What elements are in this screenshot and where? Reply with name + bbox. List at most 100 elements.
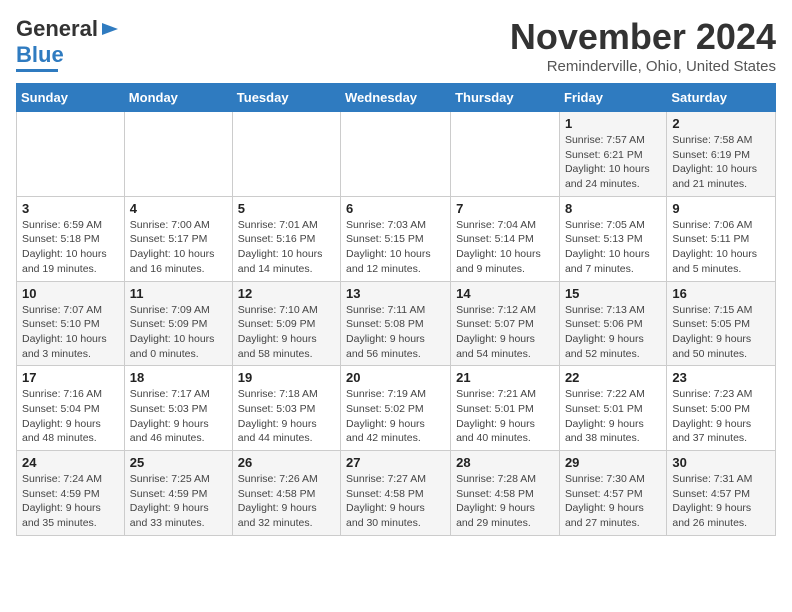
calendar-cell: 3 Sunrise: 6:59 AMSunset: 5:18 PMDaylight… [17, 196, 125, 281]
day-info: Sunrise: 7:23 AMSunset: 5:00 PMDaylight:… [672, 387, 770, 446]
calendar-cell: 7 Sunrise: 7:04 AMSunset: 5:14 PMDaylight… [451, 196, 560, 281]
calendar-cell: 2 Sunrise: 7:58 AMSunset: 6:19 PMDaylight… [667, 112, 776, 197]
title-block: November 2024 Reminderville, Ohio, Unite… [510, 16, 776, 75]
day-number: 1 [565, 116, 661, 131]
day-number: 9 [672, 201, 770, 216]
calendar-cell: 11Sunrise: 7:09 AMSunset: 5:09 PMDayligh… [124, 281, 232, 366]
weekday-header-row: SundayMondayTuesdayWednesdayThursdayFrid… [17, 84, 776, 112]
weekday-header-monday: Monday [124, 84, 232, 112]
calendar-table: SundayMondayTuesdayWednesdayThursdayFrid… [16, 83, 776, 536]
day-info: Sunrise: 7:24 AMSunset: 4:59 PMDaylight:… [22, 472, 119, 531]
day-number: 25 [130, 455, 227, 470]
logo-blue: Blue [16, 42, 64, 68]
day-number: 22 [565, 370, 661, 385]
logo: General Blue [16, 16, 120, 72]
weekday-header-wednesday: Wednesday [341, 84, 451, 112]
day-number: 13 [346, 286, 445, 301]
day-info: Sunrise: 7:57 AMSunset: 6:21 PMDaylight:… [565, 133, 661, 192]
calendar-cell: 29 Sunrise: 7:30 AMSunset: 4:57 PMDayligh… [559, 451, 666, 536]
weekday-header-saturday: Saturday [667, 84, 776, 112]
day-number: 2 [672, 116, 770, 131]
month-title: November 2024 [510, 16, 776, 58]
day-info: Sunrise: 7:25 AMSunset: 4:59 PMDaylight:… [130, 472, 227, 531]
weekday-header-thursday: Thursday [451, 84, 560, 112]
calendar-cell: 4 Sunrise: 7:00 AMSunset: 5:17 PMDaylight… [124, 196, 232, 281]
day-info: Sunrise: 7:22 AMSunset: 5:01 PMDaylight:… [565, 387, 661, 446]
day-info: Sunrise: 7:15 AMSunset: 5:05 PMDaylight:… [672, 303, 770, 362]
calendar-cell [17, 112, 125, 197]
day-info: Sunrise: 7:04 AMSunset: 5:14 PMDaylight:… [456, 218, 554, 277]
calendar-week-row: 17 Sunrise: 7:16 AMSunset: 5:04 PMDayligh… [17, 366, 776, 451]
day-info: Sunrise: 7:30 AMSunset: 4:57 PMDaylight:… [565, 472, 661, 531]
day-number: 14 [456, 286, 554, 301]
day-info: Sunrise: 7:07 AMSunset: 5:10 PMDaylight:… [22, 303, 119, 362]
calendar-cell: 18Sunrise: 7:17 AMSunset: 5:03 PMDayligh… [124, 366, 232, 451]
calendar-cell: 28Sunrise: 7:28 AMSunset: 4:58 PMDayligh… [451, 451, 560, 536]
day-number: 15 [565, 286, 661, 301]
calendar-cell [341, 112, 451, 197]
calendar-cell: 30Sunrise: 7:31 AMSunset: 4:57 PMDayligh… [667, 451, 776, 536]
day-info: Sunrise: 7:58 AMSunset: 6:19 PMDaylight:… [672, 133, 770, 192]
day-info: Sunrise: 7:06 AMSunset: 5:11 PMDaylight:… [672, 218, 770, 277]
day-number: 29 [565, 455, 661, 470]
calendar-week-row: 1 Sunrise: 7:57 AMSunset: 6:21 PMDaylight… [17, 112, 776, 197]
calendar-cell: 22 Sunrise: 7:22 AMSunset: 5:01 PMDayligh… [559, 366, 666, 451]
calendar-cell: 21Sunrise: 7:21 AMSunset: 5:01 PMDayligh… [451, 366, 560, 451]
logo-underline [16, 69, 58, 72]
day-number: 3 [22, 201, 119, 216]
day-number: 7 [456, 201, 554, 216]
day-info: Sunrise: 7:10 AMSunset: 5:09 PMDaylight:… [238, 303, 335, 362]
day-number: 17 [22, 370, 119, 385]
day-number: 16 [672, 286, 770, 301]
calendar-cell: 25 Sunrise: 7:25 AMSunset: 4:59 PMDayligh… [124, 451, 232, 536]
calendar-week-row: 24Sunrise: 7:24 AMSunset: 4:59 PMDayligh… [17, 451, 776, 536]
day-number: 5 [238, 201, 335, 216]
calendar-cell: 16 Sunrise: 7:15 AMSunset: 5:05 PMDayligh… [667, 281, 776, 366]
day-number: 6 [346, 201, 445, 216]
day-number: 20 [346, 370, 445, 385]
day-number: 12 [238, 286, 335, 301]
weekday-header-tuesday: Tuesday [232, 84, 340, 112]
calendar-cell: 14Sunrise: 7:12 AMSunset: 5:07 PMDayligh… [451, 281, 560, 366]
day-number: 4 [130, 201, 227, 216]
calendar-cell: 6 Sunrise: 7:03 AMSunset: 5:15 PMDaylight… [341, 196, 451, 281]
day-info: Sunrise: 7:00 AMSunset: 5:17 PMDaylight:… [130, 218, 227, 277]
calendar-cell: 12 Sunrise: 7:10 AMSunset: 5:09 PMDayligh… [232, 281, 340, 366]
location-subtitle: Reminderville, Ohio, United States [510, 58, 776, 75]
calendar-cell: 23Sunrise: 7:23 AMSunset: 5:00 PMDayligh… [667, 366, 776, 451]
day-info: Sunrise: 7:11 AMSunset: 5:08 PMDaylight:… [346, 303, 445, 362]
day-info: Sunrise: 7:31 AMSunset: 4:57 PMDaylight:… [672, 472, 770, 531]
calendar-cell [232, 112, 340, 197]
calendar-cell: 13 Sunrise: 7:11 AMSunset: 5:08 PMDayligh… [341, 281, 451, 366]
day-info: Sunrise: 7:03 AMSunset: 5:15 PMDaylight:… [346, 218, 445, 277]
day-number: 11 [130, 286, 227, 301]
calendar-cell: 9 Sunrise: 7:06 AMSunset: 5:11 PMDaylight… [667, 196, 776, 281]
logo-general: General [16, 16, 98, 42]
day-number: 21 [456, 370, 554, 385]
calendar-week-row: 3 Sunrise: 6:59 AMSunset: 5:18 PMDaylight… [17, 196, 776, 281]
calendar-cell: 24Sunrise: 7:24 AMSunset: 4:59 PMDayligh… [17, 451, 125, 536]
day-info: Sunrise: 6:59 AMSunset: 5:18 PMDaylight:… [22, 218, 119, 277]
day-info: Sunrise: 7:19 AMSunset: 5:02 PMDaylight:… [346, 387, 445, 446]
header: General Blue November 2024 Reminderville… [16, 16, 776, 75]
weekday-header-friday: Friday [559, 84, 666, 112]
day-info: Sunrise: 7:27 AMSunset: 4:58 PMDaylight:… [346, 472, 445, 531]
calendar-cell: 1 Sunrise: 7:57 AMSunset: 6:21 PMDaylight… [559, 112, 666, 197]
day-number: 26 [238, 455, 335, 470]
calendar-week-row: 10 Sunrise: 7:07 AMSunset: 5:10 PMDayligh… [17, 281, 776, 366]
day-number: 10 [22, 286, 119, 301]
calendar-cell: 8Sunrise: 7:05 AMSunset: 5:13 PMDaylight… [559, 196, 666, 281]
day-info: Sunrise: 7:01 AMSunset: 5:16 PMDaylight:… [238, 218, 335, 277]
calendar-cell: 17 Sunrise: 7:16 AMSunset: 5:04 PMDayligh… [17, 366, 125, 451]
day-number: 27 [346, 455, 445, 470]
day-info: Sunrise: 7:13 AMSunset: 5:06 PMDaylight:… [565, 303, 661, 362]
day-info: Sunrise: 7:26 AMSunset: 4:58 PMDaylight:… [238, 472, 335, 531]
calendar-cell [451, 112, 560, 197]
day-number: 8 [565, 201, 661, 216]
day-info: Sunrise: 7:16 AMSunset: 5:04 PMDaylight:… [22, 387, 119, 446]
logo-arrow-icon [100, 19, 120, 39]
day-number: 28 [456, 455, 554, 470]
calendar-cell: 5 Sunrise: 7:01 AMSunset: 5:16 PMDaylight… [232, 196, 340, 281]
calendar-cell: 26 Sunrise: 7:26 AMSunset: 4:58 PMDayligh… [232, 451, 340, 536]
day-number: 19 [238, 370, 335, 385]
